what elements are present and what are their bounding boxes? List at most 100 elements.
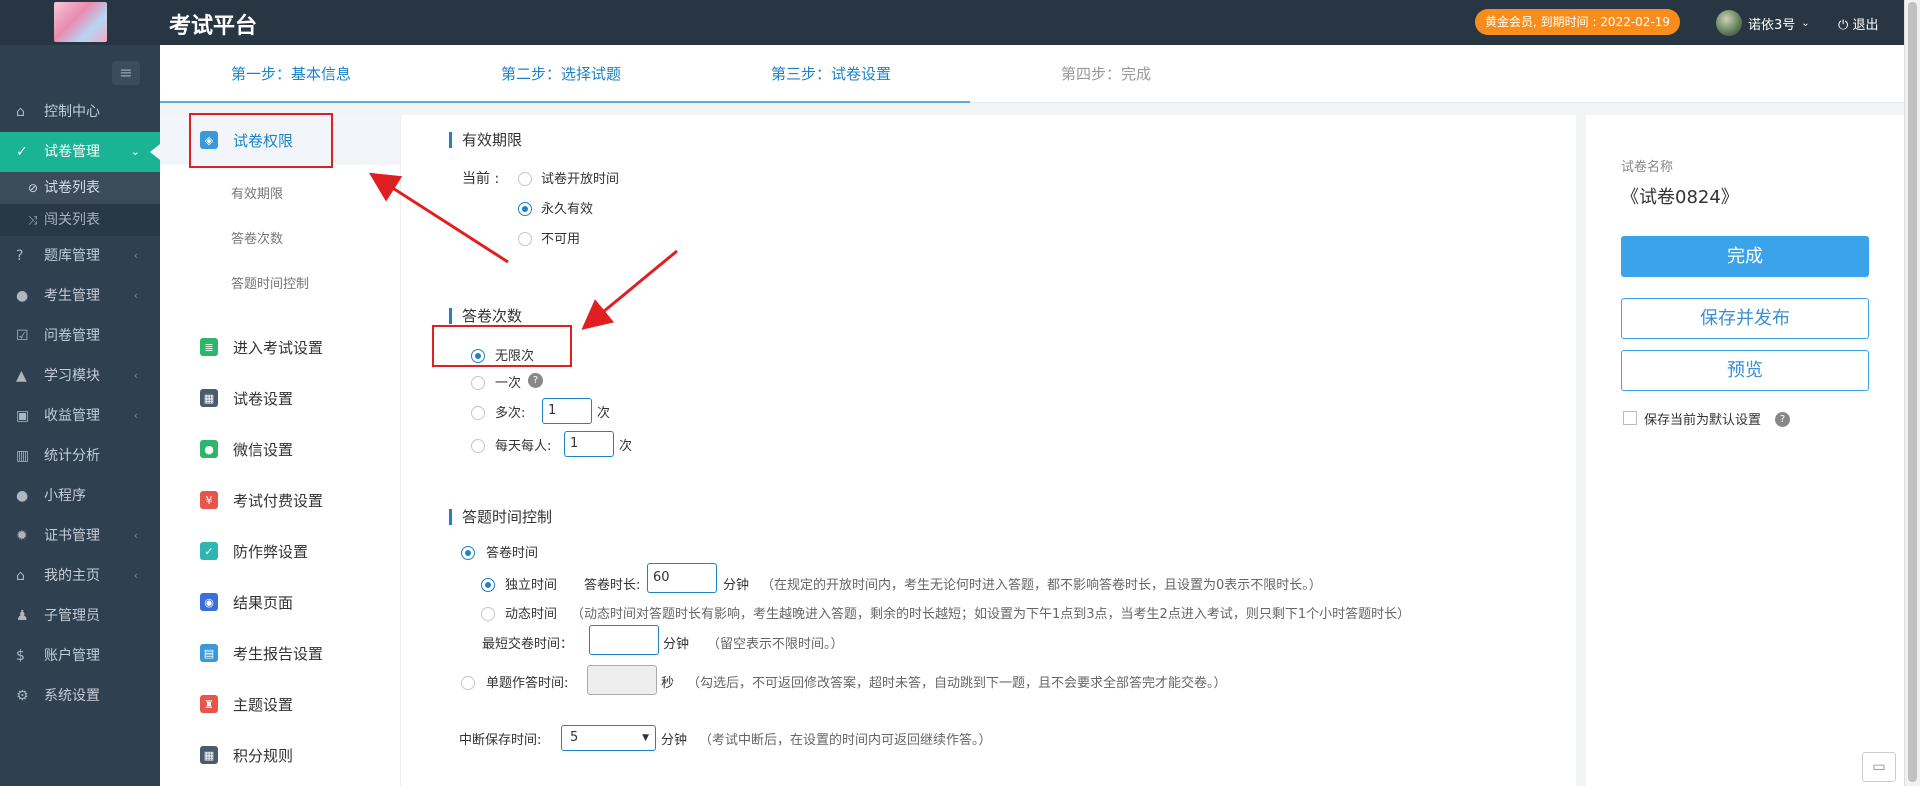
help-icon[interactable]: ? [528, 373, 543, 388]
shirt-icon: ♜ [200, 695, 218, 713]
logo[interactable] [54, 2, 107, 42]
step-basic-info[interactable]: 第一步：基本信息 [231, 45, 351, 103]
pause-save-label: 中断保存时间: [459, 733, 542, 748]
single-time-input[interactable] [587, 665, 657, 695]
radio-dynamic[interactable] [481, 607, 495, 621]
radio-answer-time[interactable] [461, 546, 475, 560]
min-submit-hint: （留空表示不限时间。） [707, 637, 844, 652]
bar-chart-icon: ▥ [16, 448, 30, 464]
radio-multiple[interactable] [471, 406, 485, 420]
current-label: 当前 : [462, 171, 500, 187]
sidebar-subitem-paper-list[interactable]: ⊘ 试卷列表 [0, 172, 160, 204]
check-circle-icon: ✓ [16, 144, 28, 160]
menu-toggle-icon[interactable]: ≡ [112, 61, 140, 85]
section-title-validity: 有效期限 [449, 132, 522, 148]
menu-label: 积分规则 [233, 746, 294, 765]
report-icon: ▤ [200, 644, 218, 662]
sidebar-item-account[interactable]: $ 账户管理 [0, 636, 160, 676]
sidebar-item-label: 考生管理 [44, 288, 100, 304]
step-paper-settings[interactable]: 第三步：试卷设置 [771, 45, 891, 103]
menu-label: 考试付费设置 [233, 491, 324, 510]
daily-count-input[interactable]: 1 [564, 431, 614, 457]
yen-icon: ¥ [200, 491, 218, 509]
step-select-questions[interactable]: 第二步：选择试题 [501, 45, 621, 103]
sidebar-item-statistics[interactable]: ▥ 统计分析 [0, 436, 160, 476]
radio-once[interactable] [471, 376, 485, 390]
min-submit-input[interactable] [589, 625, 659, 655]
menu-paper-settings[interactable]: ▦ 试卷设置 [160, 373, 400, 423]
radio-independent[interactable] [481, 578, 495, 592]
radio-single-question-time[interactable] [461, 676, 475, 690]
duration-input[interactable]: 60 [647, 563, 717, 593]
save-publish-button[interactable]: 保存并发布 [1621, 298, 1869, 339]
sidebar-item-homepage[interactable]: ⌂ 我的主页 ‹ [0, 556, 160, 596]
radio-daily[interactable] [471, 439, 485, 453]
sidebar-item-label: 我的主页 [44, 568, 100, 584]
option-answer-time: 答卷时间 [486, 546, 539, 561]
option-unavailable: 不可用 [541, 232, 581, 247]
menu-payment-settings[interactable]: ¥ 考试付费设置 [160, 475, 400, 525]
certificate-icon: ✹ [16, 528, 28, 544]
single-time-label: 单题作答时间: [486, 676, 569, 691]
settings-menu: ◈ 试卷权限 有效期限 答卷次数 答题时间控制 ≣ 进入考试设置 ▦ 试卷设置 ● 微信… [160, 115, 400, 786]
sidebar-item-miniprogram[interactable]: ● 小程序 [0, 476, 160, 516]
menu-label: 结果页面 [233, 593, 294, 612]
menu-sub-attempts[interactable]: 答卷次数 [231, 228, 283, 247]
menu-report-settings[interactable]: ▤ 考生报告设置 [160, 628, 400, 678]
sidebar-item-settings[interactable]: ⚙ 系统设置 [0, 676, 160, 716]
sidebar-item-question-bank[interactable]: ? 题库管理 ‹ [0, 236, 160, 276]
sidebar-item-sub-admin[interactable]: ♟ 子管理员 [0, 596, 160, 636]
member-badge[interactable]: 黄金会员, 到期时间 : 2022-02-19 [1475, 9, 1681, 35]
help-icon[interactable]: ? [1775, 412, 1790, 427]
home-icon: ⌂ [16, 104, 25, 120]
save-default-checkbox[interactable] [1623, 411, 1637, 425]
multiple-count-input[interactable]: 1 [542, 398, 592, 424]
sidebar-item-label: 问卷管理 [44, 328, 100, 344]
menu-entry-settings[interactable]: ≣ 进入考试设置 [160, 322, 400, 372]
sidebar-item-survey[interactable]: ☑ 问卷管理 [0, 316, 160, 356]
radio-open-time[interactable] [518, 172, 532, 186]
menu-result-page[interactable]: ◉ 结果页面 [160, 577, 400, 627]
duration-label: 答卷时长: [584, 578, 641, 593]
menu-sub-timing[interactable]: 答题时间控制 [231, 273, 309, 292]
logout-button[interactable]: ⏻ 退出 [1838, 14, 1878, 33]
finish-button[interactable]: 完成 [1621, 236, 1869, 277]
radio-unavailable[interactable] [518, 232, 532, 246]
pause-save-select[interactable]: 5 ▼ [561, 725, 656, 751]
user-icon: ● [16, 288, 29, 304]
sidebar-item-certificate[interactable]: ✹ 证书管理 ‹ [0, 516, 160, 556]
paper-name: 《试卷0824》 [1621, 187, 1739, 208]
table-icon: ▦ [200, 389, 218, 407]
graduation-cap-icon: ▲ [16, 368, 27, 384]
calculator-icon: ▦ [200, 746, 218, 764]
user-menu[interactable]: 诺依3号 ⌄ [1716, 10, 1810, 36]
sidebar-nav: ⌂ 控制中心 ✓ 试卷管理 ⌄ ⊘ 试卷列表 ⤨ 闯关列表 ? 题库管理 ‹ ● 考生管理 ‹ ☑… [0, 92, 160, 716]
menu-points-rules[interactable]: ▦ 积分规则 [160, 730, 400, 780]
sidebar-item-label: 小程序 [44, 488, 86, 504]
preview-button[interactable]: 预览 [1621, 350, 1869, 391]
radio-permanent[interactable] [518, 202, 532, 216]
unit-times: 次 [619, 439, 633, 454]
sidebar-item-learning[interactable]: ▲ 学习模块 ‹ [0, 356, 160, 396]
scrollbar-thumb[interactable] [1908, 2, 1917, 782]
pause-save-hint: （考试中断后，在设置的时间内可返回继续作答。） [699, 733, 992, 748]
gear-icon: ⚙ [16, 688, 29, 704]
chevron-left-icon: ‹ [133, 249, 138, 262]
menu-label: 主题设置 [233, 695, 294, 714]
menu-anticheat-settings[interactable]: ✓ 防作弊设置 [160, 526, 400, 576]
option-daily: 每天每人: [495, 439, 552, 454]
page-scrollbar[interactable] [1904, 0, 1920, 786]
caret-down-icon: ▼ [642, 733, 649, 743]
chat-icon[interactable]: ▭ [1862, 752, 1896, 782]
menu-sub-validity[interactable]: 有效期限 [231, 183, 283, 202]
step-finish[interactable]: 第四步：完成 [1061, 45, 1151, 103]
sidebar-item-paper-management[interactable]: ✓ 试卷管理 ⌄ [0, 132, 160, 172]
sidebar-item-revenue[interactable]: ▣ 收益管理 ‹ [0, 396, 160, 436]
menu-theme-settings[interactable]: ♜ 主题设置 [160, 679, 400, 729]
sidebar-subitem-level-list[interactable]: ⤨ 闯关列表 [0, 204, 160, 236]
menu-wechat-settings[interactable]: ● 微信设置 [160, 424, 400, 474]
sidebar-submenu: ⊘ 试卷列表 ⤨ 闯关列表 [0, 172, 160, 236]
sidebar-item-candidates[interactable]: ● 考生管理 ‹ [0, 276, 160, 316]
user-secret-icon: ♟ [16, 608, 29, 624]
sidebar-item-control-center[interactable]: ⌂ 控制中心 [0, 92, 160, 132]
